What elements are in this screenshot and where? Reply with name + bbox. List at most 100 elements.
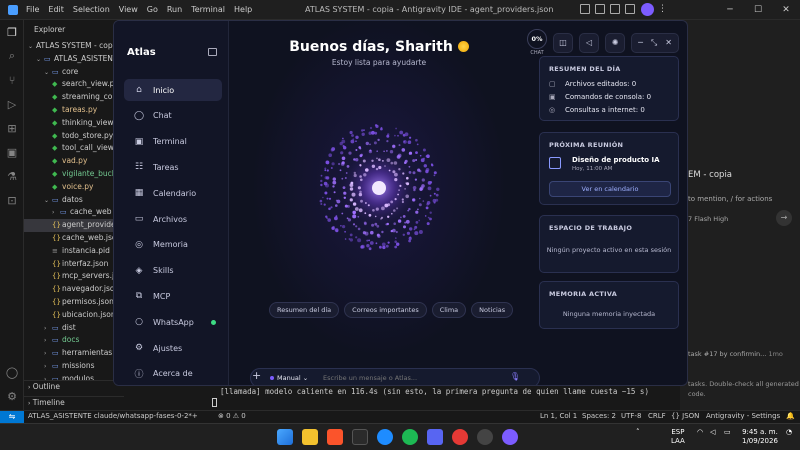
git-branch[interactable]: ATLAS_ASISTENTE claude/whatsapp-fases-0-… [28, 412, 198, 420]
mute-icon[interactable]: ◁ [579, 32, 600, 53]
notifications-icon[interactable]: 🔔 [786, 412, 795, 420]
testing-icon[interactable]: ⚗ [0, 164, 24, 188]
message-input[interactable] [323, 371, 493, 385]
maximize-button[interactable]: ☐ [744, 0, 772, 20]
chrome-icon[interactable] [452, 429, 468, 445]
atlas-taskbar-icon[interactable] [502, 429, 518, 445]
menu-item-selection[interactable]: Selection [73, 5, 110, 14]
nav-item-calendario[interactable]: ▦ Calendario [124, 182, 222, 204]
customize-layout-icon[interactable] [625, 4, 635, 14]
source-control-icon[interactable]: ⑂ [0, 68, 24, 92]
line-ending[interactable]: CRLF [648, 412, 666, 420]
toggle-secondary-sidebar-icon[interactable] [610, 4, 620, 14]
notification-center-icon[interactable]: ◔ [786, 428, 792, 437]
collapse-sidebar-icon[interactable] [208, 48, 217, 56]
menu-item-edit[interactable]: Edit [48, 5, 64, 14]
manage-gear-icon[interactable]: ⚙ [0, 384, 24, 408]
menu-item-terminal[interactable]: Terminal [191, 5, 225, 14]
tree-folder[interactable]: › ▭ missions [24, 360, 124, 373]
tree-file[interactable]: {}ubicacion.json [24, 309, 124, 322]
minimize-button[interactable]: ─ [716, 0, 744, 20]
toggle-panel-icon[interactable] [595, 4, 605, 14]
suggestion-chip[interactable]: Clima [431, 302, 467, 318]
nav-item-chat[interactable]: ◯ Chat [124, 105, 222, 127]
problems-indicator[interactable]: ⊗ 0 ⚠ 0 [218, 412, 246, 420]
theme-sun-icon[interactable]: ✺ [605, 32, 626, 53]
nav-item-memoria[interactable]: ◎ Memoria [124, 234, 222, 256]
tree-file[interactable]: {}interfaz.json [24, 258, 124, 271]
start-menu-icon[interactable] [277, 429, 293, 445]
spotify-icon[interactable] [402, 429, 418, 445]
nav-item-terminal[interactable]: ▣ Terminal [124, 131, 222, 153]
file-explorer-icon[interactable] [302, 429, 318, 445]
tree-folder[interactable]: › ▭ herramientas [24, 347, 124, 360]
discord-icon[interactable] [427, 429, 443, 445]
tree-file[interactable]: ◆ vigilante_bucle... [24, 168, 124, 181]
nav-item-ajustes[interactable]: ⚙ Ajustes [124, 337, 222, 359]
tree-folder[interactable]: › ▭ docs [24, 334, 124, 347]
suggestion-chip[interactable]: Noticias [471, 302, 514, 318]
account-icon[interactable] [641, 3, 654, 16]
accounts-icon[interactable]: ◯ [0, 360, 24, 384]
tree-folder[interactable]: ⌄ ▭ ATLAS_ASISTENTE [24, 53, 124, 66]
app-icon[interactable] [352, 429, 368, 445]
tree-file[interactable]: {}cache_web.json [24, 232, 124, 245]
volume-icon[interactable]: ◁ [710, 428, 715, 437]
close-button[interactable]: ✕ [772, 0, 800, 20]
atlas-close-button[interactable]: ✕ [665, 38, 672, 47]
encoding[interactable]: UTF-8 [621, 412, 641, 420]
view-calendar-button[interactable]: Ver en calendario [549, 181, 671, 197]
nav-item-tareas[interactable]: ☷ Tareas [124, 156, 222, 178]
menu-item-help[interactable]: Help [234, 5, 252, 14]
tree-file[interactable]: ◆ voice.py [24, 181, 124, 194]
timeline-section[interactable]: › Timeline [24, 396, 124, 408]
menu-item-go[interactable]: Go [147, 5, 158, 14]
docker-icon[interactable]: ⊡ [0, 188, 24, 212]
tree-folder[interactable]: ⌄ ▭ core [24, 66, 124, 79]
send-icon[interactable]: → [776, 210, 792, 226]
remote-explorer-icon[interactable]: ▣ [0, 140, 24, 164]
toggle-sidebar-icon[interactable] [580, 4, 590, 14]
agent-input-hint[interactable]: to mention, / for actions [688, 195, 772, 203]
nav-item-mcp[interactable]: ⧉ MCP [124, 285, 222, 307]
nav-item-archivos[interactable]: ▭ Archivos [124, 208, 222, 230]
model-selector[interactable]: 7 Flash High [688, 215, 728, 223]
more-icon[interactable]: ⋮ [658, 4, 667, 14]
microphone-icon[interactable]: 🎙 [510, 372, 520, 381]
browser-icon[interactable] [377, 429, 393, 445]
explorer-icon[interactable]: ❐ [0, 20, 24, 44]
menu-item-run[interactable]: Run [167, 5, 182, 14]
layout-toggle-icon[interactable]: ◫ [553, 32, 574, 53]
brave-browser-icon[interactable] [327, 429, 343, 445]
nav-item-skills[interactable]: ◈ Skills [124, 260, 222, 282]
search-icon[interactable]: ⌕ [0, 44, 24, 68]
indentation[interactable]: Spaces: 2 [582, 412, 616, 420]
chat-usage-ring[interactable]: 0% [527, 29, 548, 49]
network-icon[interactable]: ◠ [697, 428, 703, 437]
tree-file[interactable]: ◆ todo_store.py [24, 130, 124, 143]
tree-file[interactable]: ◆ tool_call_view... [24, 142, 124, 155]
tree-file[interactable]: {}navegador.json [24, 283, 124, 296]
tree-file[interactable]: ◆ vad.py [24, 155, 124, 168]
task-entry[interactable]: task #17 by confirmin... 1mo [688, 350, 783, 358]
tree-folder[interactable]: ⌄ ▭ datos [24, 194, 124, 207]
suggestion-chip[interactable]: Correos importantes [344, 302, 427, 318]
outline-section[interactable]: › Outline [24, 380, 124, 392]
run-debug-icon[interactable]: ▷ [0, 92, 24, 116]
tray-chevron-icon[interactable]: ˄ [636, 428, 640, 437]
settings-status[interactable]: Antigravity - Settings [706, 412, 780, 420]
tree-folder[interactable]: › ▭ cache_web [24, 206, 124, 219]
clock[interactable]: 9:45 a. m. 1/09/2026 [742, 428, 778, 446]
cursor-position[interactable]: Ln 1, Col 1 [540, 412, 577, 420]
language-mode[interactable]: {} JSON [671, 412, 699, 420]
atlas-resize-button[interactable]: ⤡ [651, 38, 657, 48]
tree-file[interactable]: ◆ search_view.py [24, 78, 124, 91]
tree-file[interactable]: ◆ thinking_view... [24, 117, 124, 130]
clock-app-icon[interactable] [477, 429, 493, 445]
language-indicator[interactable]: ESP LAA [671, 428, 685, 446]
tree-folder[interactable]: › ▭ dist [24, 322, 124, 335]
nav-item-whatsapp[interactable]: ○ WhatsApp [124, 311, 222, 333]
menu-item-file[interactable]: File [26, 5, 39, 14]
tree-file[interactable]: ≡ instancia.pid [24, 245, 124, 258]
extensions-icon[interactable]: ⊞ [0, 116, 24, 140]
